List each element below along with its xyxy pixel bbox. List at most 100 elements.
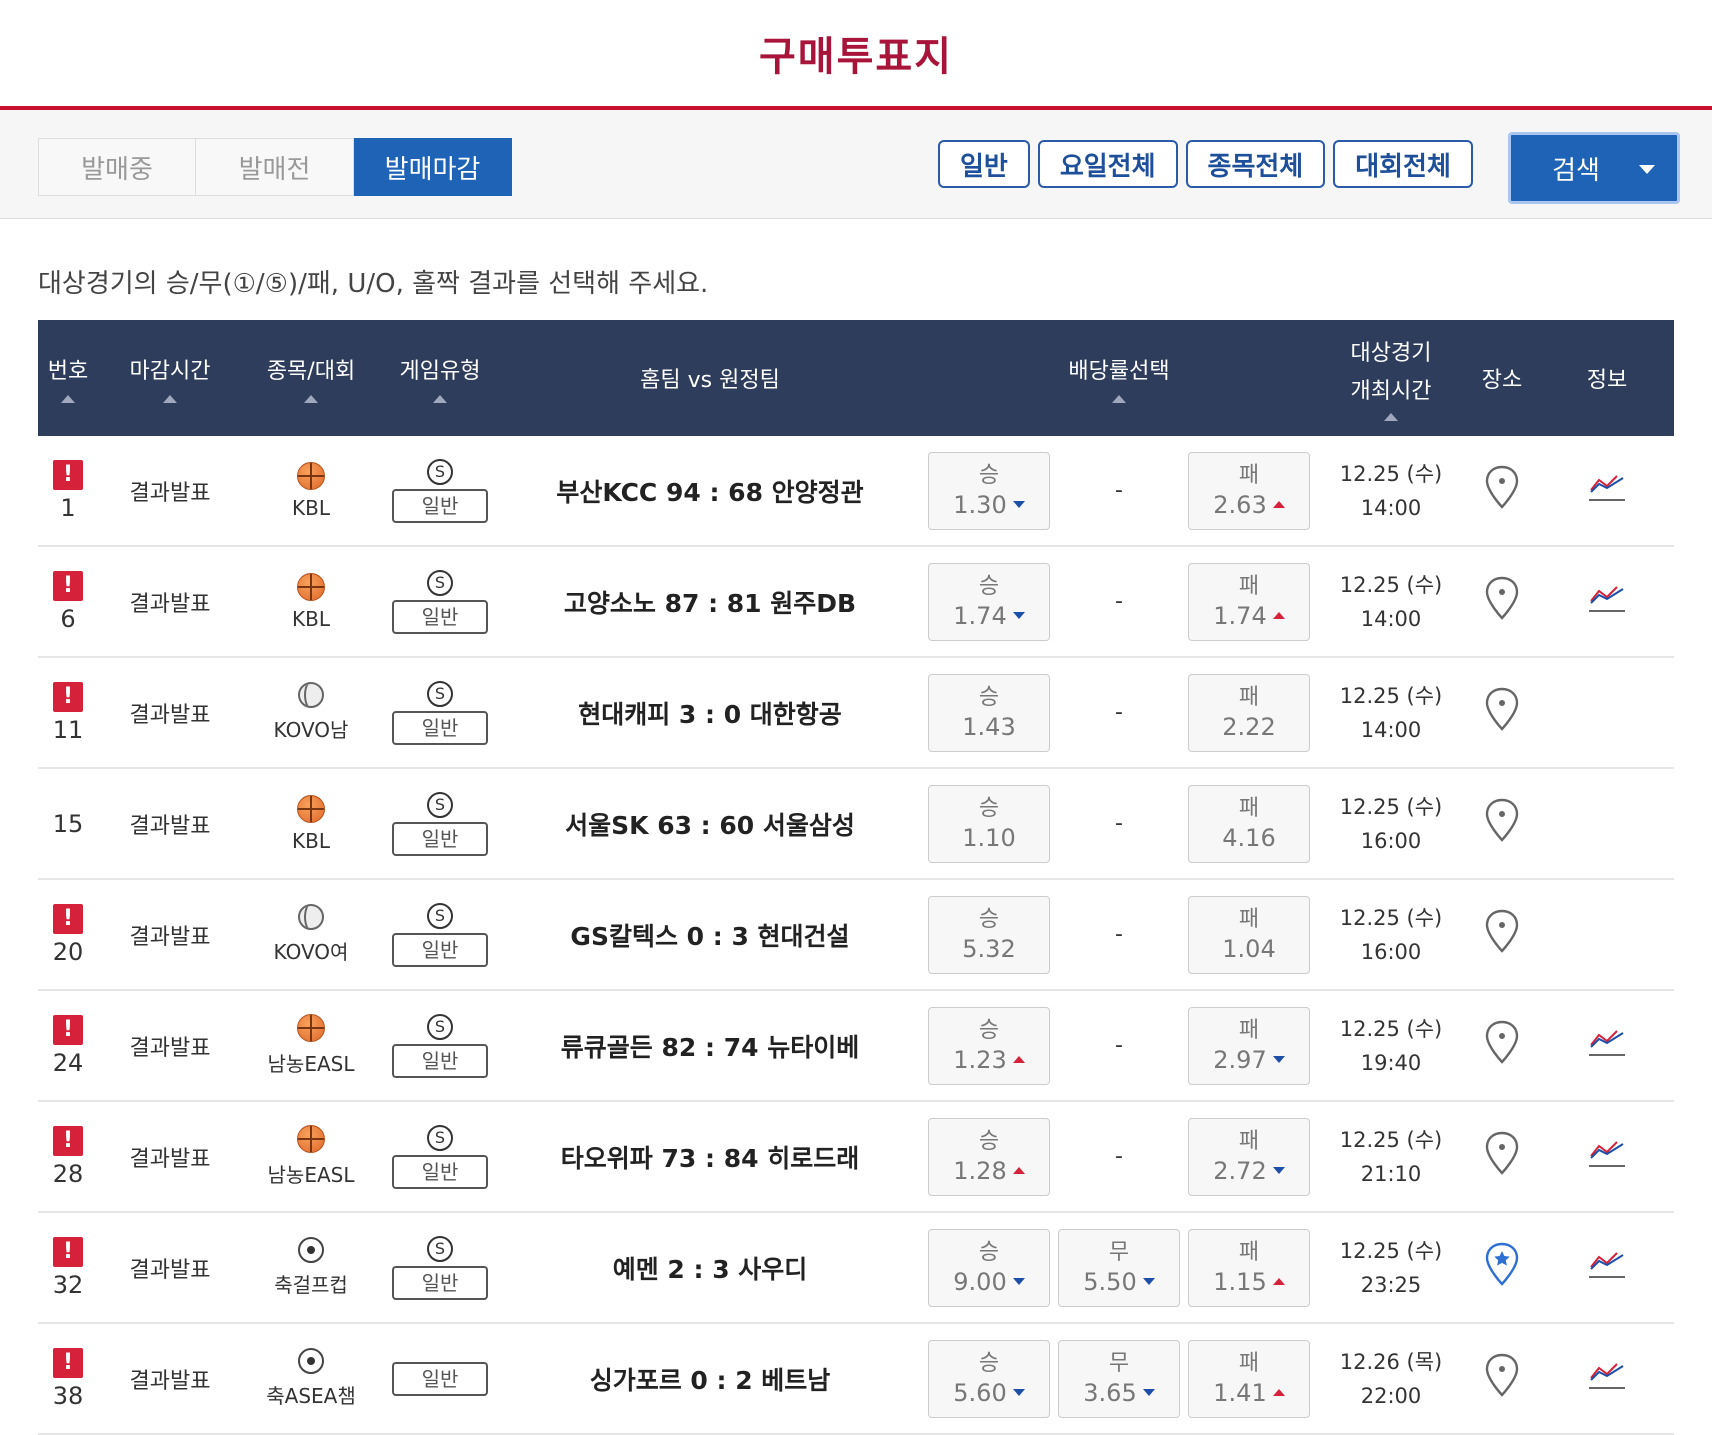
lose-odds-button[interactable]: 패 1.41	[1188, 1339, 1310, 1418]
lose-label: 패	[1238, 1128, 1260, 1154]
pin-icon[interactable]	[1484, 1353, 1520, 1399]
odds-chart-icon[interactable]	[1587, 1134, 1627, 1174]
lose-value: 4.16	[1222, 823, 1276, 852]
filter-general-button[interactable]: 일반	[938, 140, 1030, 188]
draw-label: 무	[1108, 1239, 1130, 1265]
game-type-badge: 일반	[392, 1154, 488, 1189]
pin-star-icon[interactable]	[1484, 1242, 1520, 1288]
col-no[interactable]: 번호	[38, 320, 98, 436]
odds-chart-icon[interactable]	[1587, 579, 1627, 619]
row-no-cell: 15	[38, 768, 98, 880]
col-deadline[interactable]: 마감시간	[98, 320, 242, 436]
lose-odds-button[interactable]: 패 1.04	[1188, 895, 1310, 974]
lose-value: 1.41	[1213, 1378, 1267, 1407]
pin-icon[interactable]	[1484, 687, 1520, 733]
instruction-text: 대상경기의 승/무(①/⑤)/패, U/O, 홀짝 결과를 선택해 주세요.	[38, 269, 709, 299]
game-type-cell: 일반	[380, 1323, 500, 1435]
game-number: 32	[52, 1270, 84, 1299]
datetime-cell: 12.25 (수) 14:00	[1318, 546, 1464, 658]
info-cell	[1540, 990, 1674, 1102]
win-odds-button[interactable]: 승 1.43	[928, 673, 1050, 752]
tab-sale-closed[interactable]: 발매마감	[354, 138, 512, 196]
lose-odds-button[interactable]: 패 1.15	[1188, 1228, 1310, 1307]
row-no-cell: ! 38	[38, 1323, 98, 1435]
lose-odds-button[interactable]: 패 2.72	[1188, 1117, 1310, 1196]
lose-value: 2.97	[1213, 1045, 1267, 1074]
datetime-cell: 12.25 (수) 14:00	[1318, 436, 1464, 547]
lose-odds-button[interactable]: 패 2.22	[1188, 673, 1310, 752]
soccer-ball-icon	[298, 1348, 324, 1374]
draw-empty: -	[1115, 922, 1123, 947]
win-value: 5.60	[953, 1378, 1007, 1407]
basketball-icon	[297, 461, 325, 490]
filter-weekday-button[interactable]: 요일전체	[1037, 140, 1178, 188]
win-value: 5.32	[962, 934, 1016, 963]
match-cell: 고양소노 87 : 81 원주DB	[500, 546, 920, 658]
win-odds-button[interactable]: 승 5.32	[928, 895, 1050, 974]
lose-odds-button[interactable]: 패 4.16	[1188, 784, 1310, 863]
draw-value: 5.50	[1083, 1267, 1137, 1296]
league-name: KOVO남	[273, 718, 349, 742]
league-name: 축걸프컵	[274, 1273, 348, 1297]
status-cell: 결과발표	[98, 1101, 242, 1213]
win-odds-button[interactable]: 승 1.10	[928, 784, 1050, 863]
tab-before-sale[interactable]: 발매전	[196, 138, 354, 196]
pin-icon[interactable]	[1484, 798, 1520, 844]
pin-icon[interactable]	[1484, 1020, 1520, 1066]
col-sport[interactable]: 종목/대회	[242, 320, 380, 436]
win-odds-button[interactable]: 승 1.23	[928, 1006, 1050, 1085]
win-value: 1.30	[953, 490, 1007, 519]
win-odds-button[interactable]: 승 1.28	[928, 1117, 1050, 1196]
row-no-cell: ! 28	[38, 1101, 98, 1213]
filter-sport-button[interactable]: 종목전체	[1185, 140, 1326, 188]
draw-odds-button[interactable]: 무 5.50	[1058, 1228, 1180, 1307]
pin-icon[interactable]	[1484, 1131, 1520, 1177]
venue-cell	[1464, 436, 1540, 547]
win-odds-button[interactable]: 승 5.60	[928, 1339, 1050, 1418]
lose-label: 패	[1238, 684, 1260, 710]
page-title: 구매투표지	[759, 34, 953, 80]
lose-odds-button[interactable]: 패 2.63	[1188, 451, 1310, 530]
pin-icon[interactable]	[1484, 909, 1520, 955]
datetime-cell: 12.26 (목) 22:00	[1318, 1323, 1464, 1435]
col-start-time[interactable]: 대상경기 개최시간	[1318, 320, 1464, 436]
tab-on-sale[interactable]: 발매중	[38, 138, 196, 196]
odds-chart-icon[interactable]	[1587, 1245, 1627, 1285]
datetime-cell: 12.25 (수) 19:40	[1318, 990, 1464, 1102]
toolbar: 발매중 발매전 발매마감 일반 요일전체 종목전체 대회전체 검색	[0, 110, 1712, 219]
match-cell: 현대캐피 3 : 0 대한항공	[500, 657, 920, 769]
league-name: 남농EASL	[267, 1163, 355, 1187]
match-cell: 예멘 2 : 3 사우디	[500, 1212, 920, 1324]
game-type-cell: S 일반	[380, 546, 500, 658]
win-odds-button[interactable]: 승 1.74	[928, 562, 1050, 641]
col-odds[interactable]: 배당률선택	[920, 320, 1318, 436]
filter-league-button[interactable]: 대회전체	[1333, 140, 1473, 188]
draw-odds-button[interactable]: 무 3.65	[1058, 1339, 1180, 1418]
game-number: 15	[52, 809, 84, 838]
league-name: 남농EASL	[267, 1052, 355, 1076]
lose-odds-button[interactable]: 패 2.97	[1188, 1006, 1310, 1085]
odds-chart-icon[interactable]	[1587, 468, 1627, 508]
game-date: 12.25 (수)	[1339, 683, 1443, 708]
game-type-badge: 일반	[392, 488, 488, 523]
pin-icon[interactable]	[1484, 576, 1520, 622]
soccer-ball-icon	[298, 1237, 324, 1263]
sport-cell: 축ASEA챔	[242, 1323, 380, 1435]
win-odds-button[interactable]: 승 1.30	[928, 451, 1050, 530]
col-venue: 장소	[1464, 320, 1540, 436]
search-button[interactable]: 검색	[1508, 132, 1680, 204]
win-odds-button[interactable]: 승 9.00	[928, 1228, 1050, 1307]
draw-empty: -	[1115, 478, 1123, 503]
game-type-badge: 일반	[392, 1361, 488, 1396]
odds-chart-icon[interactable]	[1587, 1356, 1627, 1396]
win-label: 승	[978, 684, 1000, 710]
lose-odds-button[interactable]: 패 1.74	[1188, 562, 1310, 641]
info-cell	[1540, 657, 1674, 769]
trend-down-icon	[1012, 501, 1025, 508]
table-row: 15 결과발표 KBL S 일반 서울SK 63 : 60 서울삼성 승 1.1…	[38, 768, 1674, 880]
col-info: 정보	[1540, 320, 1674, 436]
pin-icon[interactable]	[1484, 465, 1520, 511]
odds-chart-icon[interactable]	[1587, 1023, 1627, 1063]
col-game-type[interactable]: 게임유형	[380, 320, 500, 436]
match-result: 부산KCC 94 : 68 안양정관	[556, 477, 864, 507]
